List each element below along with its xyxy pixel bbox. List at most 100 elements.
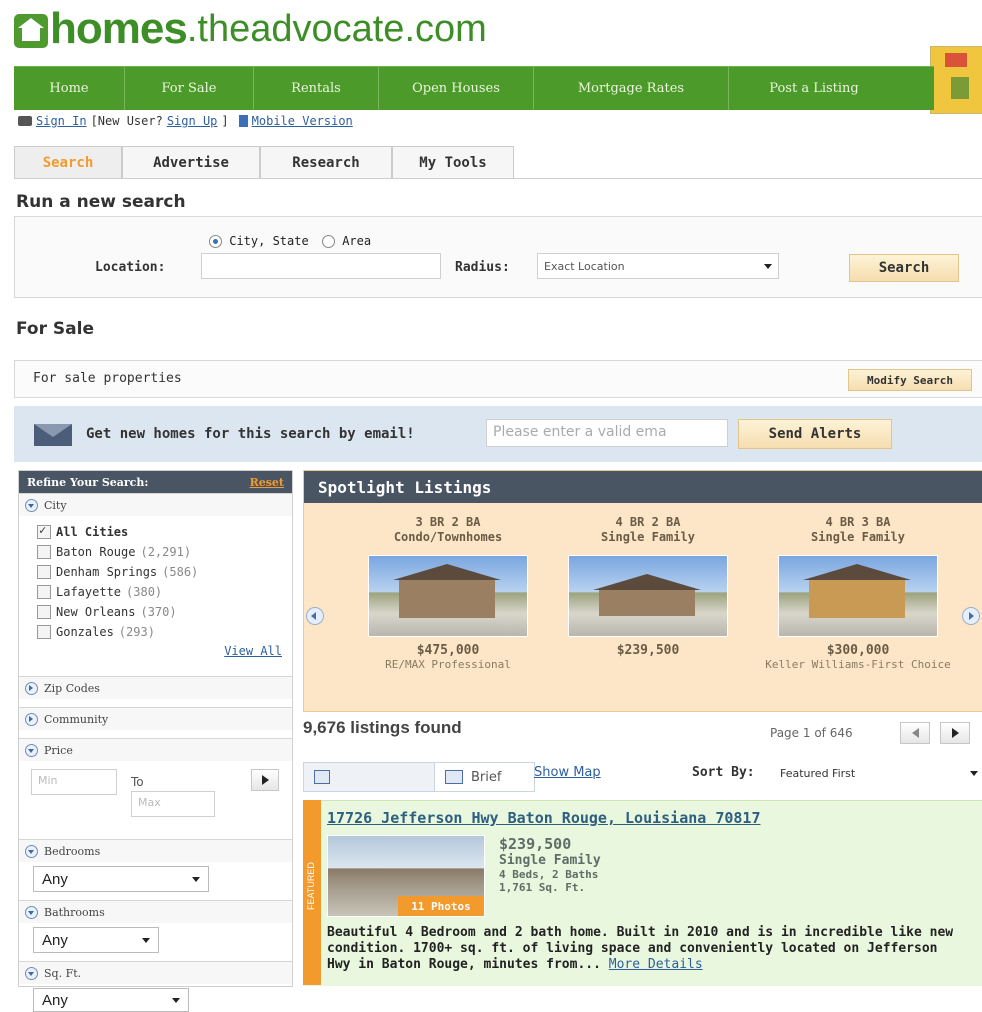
facet-bedrooms[interactable]: Bedrooms — [19, 839, 292, 862]
send-alerts-button[interactable]: Send Alerts — [738, 419, 892, 449]
price-min-input[interactable]: Min — [31, 769, 117, 795]
listing-photo[interactable] — [368, 555, 528, 637]
sort-select[interactable]: Featured First — [776, 762, 982, 784]
show-map-link[interactable]: Show Map — [534, 765, 601, 780]
spotlight-card[interactable]: 4 BR 2 BA Single Family $239,500 — [548, 515, 748, 658]
facet-sqft[interactable]: Sq. Ft. — [19, 961, 292, 984]
price-go-button[interactable] — [251, 769, 279, 791]
photo-count-badge[interactable]: 11 Photos — [398, 896, 484, 916]
main-nav: Home For Sale Rentals Open Houses Mortga… — [14, 66, 934, 110]
tab-search[interactable]: Search — [14, 146, 122, 178]
city-count: (370) — [140, 605, 177, 619]
expand-icon — [25, 712, 38, 726]
section-tabs: Search Advertise Research My Tools — [14, 146, 982, 179]
nav-post-listing[interactable]: Post a Listing — [729, 67, 899, 110]
bathrooms-select[interactable]: Any — [33, 927, 159, 953]
nav-mortgage-rates[interactable]: Mortgage Rates — [534, 67, 729, 110]
next-page-button[interactable] — [940, 722, 970, 744]
radio-city-state[interactable] — [209, 235, 222, 248]
listing-description-block: Beautiful 4 Bedroom and 2 bath home. Bui… — [327, 925, 967, 973]
sqft-select[interactable]: Any — [33, 988, 189, 1012]
prev-page-button[interactable] — [900, 722, 930, 744]
listing-address-link[interactable]: 17726 Jefferson Hwy Baton Rouge, Louisia… — [327, 809, 760, 827]
listing-photo[interactable] — [778, 555, 938, 637]
house-image — [803, 564, 911, 618]
brief-view-icon — [445, 770, 463, 784]
arrow-left-icon[interactable] — [306, 607, 324, 625]
checkbox-icon[interactable] — [37, 625, 51, 639]
mobile-icon — [238, 115, 248, 127]
facet-community[interactable]: Community — [19, 707, 292, 730]
city-option-baton-rouge[interactable]: Baton Rouge (2,291) — [37, 542, 292, 562]
spotlight-card[interactable]: 4 BR 3 BA Single Family $300,000 Keller … — [758, 515, 958, 671]
location-label: Location: — [95, 260, 166, 275]
city-option-gonzales[interactable]: Gonzales (293) — [37, 622, 292, 642]
nav-for-sale[interactable]: For Sale — [125, 67, 254, 110]
for-sale-subtitle: For sale properties — [33, 371, 182, 386]
brief-view-button[interactable]: Brief — [434, 763, 534, 791]
nav-rentals[interactable]: Rentals — [254, 67, 379, 110]
house-image — [393, 564, 501, 618]
nav-home[interactable]: Home — [14, 67, 125, 110]
for-sale-heading: For Sale — [16, 319, 94, 339]
search-button[interactable]: Search — [849, 254, 959, 282]
refine-title: Refine Your Search: — [27, 475, 149, 489]
city-option-new-orleans[interactable]: New Orleans (370) — [37, 602, 292, 622]
more-details-link[interactable]: More Details — [609, 957, 703, 972]
view-all-cities-link[interactable]: View All — [224, 644, 282, 658]
mobile-version-link[interactable]: Mobile Version — [252, 114, 353, 128]
site-logo[interactable]: homes .theadvocate.com — [14, 6, 487, 52]
card-property-type: Condo/Townhomes — [393, 530, 503, 544]
collapse-icon — [25, 905, 38, 919]
city-name: Denham Springs — [56, 565, 158, 579]
tab-research[interactable]: Research — [260, 146, 392, 178]
listing-photo[interactable]: 11 Photos — [327, 835, 485, 917]
play-arrow-icon — [261, 775, 269, 785]
louisiana-map-thumbnail[interactable] — [930, 46, 982, 114]
price-max-input[interactable]: Max — [131, 791, 215, 817]
city-option-all[interactable]: All Cities — [37, 522, 292, 542]
refine-search-panel: Refine Your Search: Reset City All Citie… — [18, 470, 293, 1012]
email-alert-bar: Get new homes for this search by email! … — [14, 406, 982, 462]
checkbox-icon[interactable] — [37, 585, 51, 599]
bedrooms-select[interactable]: Any — [33, 866, 209, 892]
checkbox-icon[interactable] — [37, 545, 51, 559]
facet-zip-codes[interactable]: Zip Codes — [19, 676, 292, 699]
card-beds-baths: 4 BR 2 BA — [615, 515, 681, 529]
city-option-lafayette[interactable]: Lafayette (380) — [37, 582, 292, 602]
modify-search-button[interactable]: Modify Search — [848, 369, 972, 391]
facet-bathrooms[interactable]: Bathrooms — [19, 900, 292, 923]
for-sale-bar: For sale properties Modify Search — [14, 360, 982, 398]
tab-my-tools[interactable]: My Tools — [392, 146, 514, 178]
arrow-right-icon — [951, 728, 959, 738]
list-view-icon[interactable] — [314, 770, 330, 784]
email-input[interactable]: Please enter a valid ema — [486, 419, 728, 447]
radius-select[interactable]: Exact Location — [537, 253, 779, 279]
city-name: Baton Rouge — [56, 545, 136, 559]
radio-city-state-label: City, State — [229, 234, 309, 248]
city-count: (586) — [162, 565, 199, 579]
radius-label: Radius: — [455, 260, 510, 275]
reset-link[interactable]: Reset — [250, 476, 284, 489]
chevron-down-icon — [172, 997, 180, 1003]
sign-in-link[interactable]: Sign In — [36, 114, 87, 128]
nav-open-houses[interactable]: Open Houses — [379, 67, 534, 110]
facet-city[interactable]: City — [19, 493, 292, 516]
radius-value: Exact Location — [544, 259, 625, 273]
city-name: New Orleans — [56, 605, 136, 619]
radio-area[interactable] — [321, 235, 335, 248]
arrow-left-icon — [911, 728, 919, 738]
tab-advertise[interactable]: Advertise — [122, 146, 260, 178]
checkbox-checked-icon[interactable] — [37, 523, 51, 539]
chevron-down-icon — [764, 263, 772, 269]
checkbox-icon[interactable] — [37, 605, 51, 619]
facet-price[interactable]: Price — [19, 738, 292, 761]
listing-price: $239,500 — [499, 835, 572, 853]
location-input[interactable] — [201, 253, 441, 279]
city-option-denham-springs[interactable]: Denham Springs (586) — [37, 562, 292, 582]
sign-up-link[interactable]: Sign Up — [167, 114, 218, 128]
listing-photo[interactable] — [568, 555, 728, 637]
checkbox-icon[interactable] — [37, 565, 51, 579]
arrow-right-icon[interactable] — [962, 607, 980, 625]
spotlight-card[interactable]: 3 BR 2 BA Condo/Townhomes $475,000 RE/MA… — [348, 515, 548, 671]
